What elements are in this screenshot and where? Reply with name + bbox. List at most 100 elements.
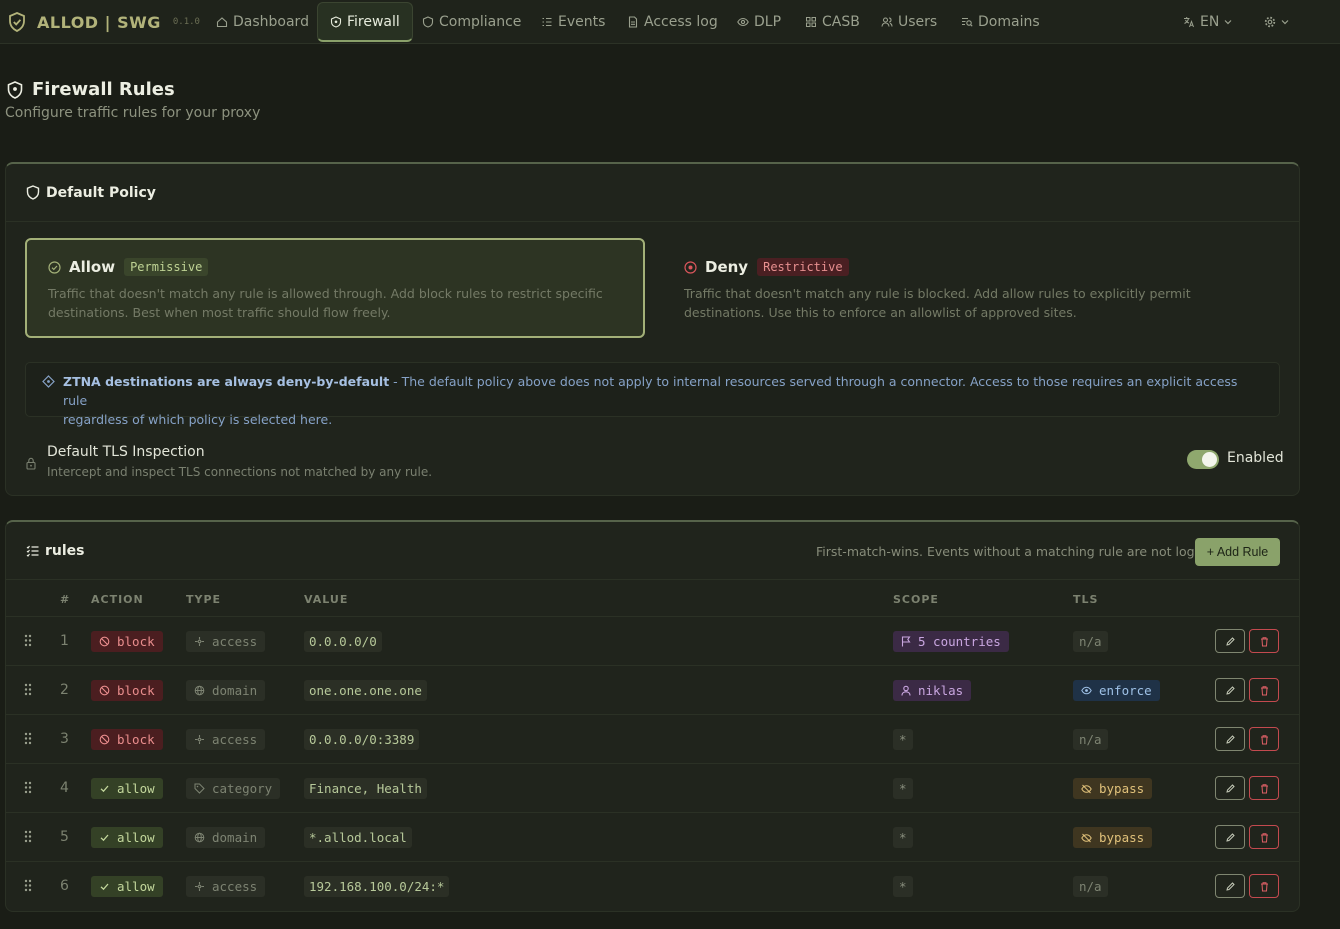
nav-label: DLP [754, 14, 782, 30]
edit-rule-button[interactable] [1215, 874, 1245, 898]
drag-handle-icon[interactable] [24, 634, 32, 647]
brand[interactable]: ALLOD | SWG 0.1.0 [8, 12, 200, 32]
edit-rule-button[interactable] [1215, 776, 1245, 800]
policy-option-deny[interactable]: Deny Restrictive Traffic that doesn't ma… [661, 238, 1281, 338]
nav-firewall[interactable]: Firewall [317, 2, 413, 42]
tls-description: Intercept and inspect TLS connections no… [47, 465, 433, 479]
card-header: Default Policy [6, 164, 1299, 222]
nav-events[interactable]: Events [541, 8, 605, 36]
scope-badge: niklas [893, 680, 972, 701]
default-tls-setting: Default TLS Inspection Intercept and ins… [25, 444, 1284, 484]
policy-tag: Restrictive [757, 258, 849, 276]
delete-rule-button[interactable] [1249, 874, 1279, 898]
table-row: 6 allow access 192.168.100.0/24:* * n/a [6, 862, 1299, 911]
add-rule-button[interactable]: + Add Rule [1195, 538, 1280, 566]
delete-rule-button[interactable] [1249, 825, 1279, 849]
chevron-down-icon [1281, 20, 1289, 25]
action-label: block [117, 683, 155, 698]
language-selector[interactable]: EN [1183, 8, 1232, 36]
drag-handle-icon[interactable] [24, 683, 32, 696]
nav-label: Users [898, 14, 938, 30]
nav-label: Compliance [439, 14, 522, 30]
action-badge: block [91, 631, 163, 652]
drag-handle-icon[interactable] [24, 732, 32, 745]
action-badge: allow [91, 827, 163, 848]
rule-number: 1 [60, 633, 69, 649]
policy-name: Allow [69, 258, 116, 276]
tls-label: bypass [1099, 781, 1145, 796]
policy-option-allow[interactable]: Allow Permissive Traffic that doesn't ma… [25, 238, 645, 338]
column-header-tls: TLS [1073, 593, 1099, 606]
policy-name: Deny [705, 258, 749, 276]
edit-rule-button[interactable] [1215, 629, 1245, 653]
globe-icon [194, 832, 205, 843]
lock-icon [26, 457, 36, 470]
nav-dlp[interactable]: DLP [737, 8, 781, 36]
tls-badge: bypass [1073, 827, 1153, 848]
user-icon [901, 685, 911, 696]
access-icon [195, 735, 204, 744]
nav-dashboard[interactable]: Dashboard [216, 8, 309, 36]
nav-domains[interactable]: Domains [961, 8, 1040, 36]
policy-description-line: destinations. Use this to enforce an all… [684, 305, 1077, 320]
value-cell: 0.0.0.0/0:3389 [304, 729, 420, 750]
scope-label: 5 countries [918, 634, 1001, 649]
access-icon [195, 637, 204, 646]
nav-casb[interactable]: CASB [805, 8, 860, 36]
column-header-type: TYPE [186, 593, 222, 606]
domain-search-icon [962, 17, 973, 27]
trash-icon [1260, 734, 1268, 744]
action-label: allow [117, 830, 155, 845]
nav-access-log[interactable]: Access log [627, 8, 718, 36]
value-cell: one.one.one.one [304, 680, 427, 701]
drag-handle-icon[interactable] [24, 830, 32, 843]
eye-off-icon [1081, 784, 1092, 793]
check-circle-icon [48, 260, 61, 274]
trash-icon [1260, 685, 1268, 695]
type-label: category [212, 781, 273, 796]
tls-toggle[interactable] [1187, 450, 1219, 469]
edit-rule-button[interactable] [1215, 825, 1245, 849]
policy-description: Traffic that doesn't match any rule is b… [684, 284, 1258, 322]
rule-number: 6 [60, 878, 69, 894]
delete-rule-button[interactable] [1249, 727, 1279, 751]
gear-icon [1264, 16, 1276, 28]
delete-rule-button[interactable] [1249, 678, 1279, 702]
edit-rule-button[interactable] [1215, 678, 1245, 702]
type-label: access [212, 732, 258, 747]
version-label: 0.1.0 [172, 17, 200, 27]
policy-description-line: Traffic that doesn't match any rule is b… [684, 286, 1191, 301]
scope-badge: * [893, 778, 913, 799]
pencil-icon [1225, 832, 1235, 842]
ban-icon [99, 685, 110, 696]
ztna-detail-line: regardless of which policy is selected h… [63, 412, 333, 427]
value-cell: 192.168.100.0/24:* [304, 876, 450, 897]
translate-icon [1184, 17, 1194, 28]
nav-label: CASB [822, 14, 860, 30]
pencil-icon [1225, 881, 1235, 891]
nav-label: Access log [644, 14, 718, 30]
tls-badge: n/a [1073, 876, 1108, 897]
policy-description-line: Traffic that doesn't match any rule is a… [48, 286, 603, 301]
edit-rule-button[interactable] [1215, 727, 1245, 751]
brand-name: ALLOD | SWG [37, 12, 161, 32]
rules-note: First-match-wins. Events without a match… [816, 544, 1223, 559]
scope-badge: * [893, 827, 913, 848]
delete-rule-button[interactable] [1249, 776, 1279, 800]
default-policy-card: Default Policy Allow Permissive Traffic … [5, 162, 1300, 496]
type-badge: domain [186, 827, 266, 848]
tls-badge: n/a [1073, 729, 1108, 750]
nav-compliance[interactable]: Compliance [422, 8, 521, 36]
delete-rule-button[interactable] [1249, 629, 1279, 653]
tls-title: Default TLS Inspection [47, 444, 205, 460]
tls-badge: n/a [1073, 631, 1108, 652]
drag-handle-icon[interactable] [24, 781, 32, 794]
rule-number: 4 [60, 780, 69, 796]
settings-menu[interactable] [1264, 8, 1289, 36]
eye-off-icon [1081, 833, 1092, 842]
table-row: 5 allow domain *.allod.local * bypass [6, 813, 1299, 862]
network-icon [42, 375, 55, 388]
drag-handle-icon[interactable] [24, 879, 32, 892]
page-subtitle: Configure traffic rules for your proxy [5, 105, 261, 121]
nav-users[interactable]: Users [881, 8, 937, 36]
